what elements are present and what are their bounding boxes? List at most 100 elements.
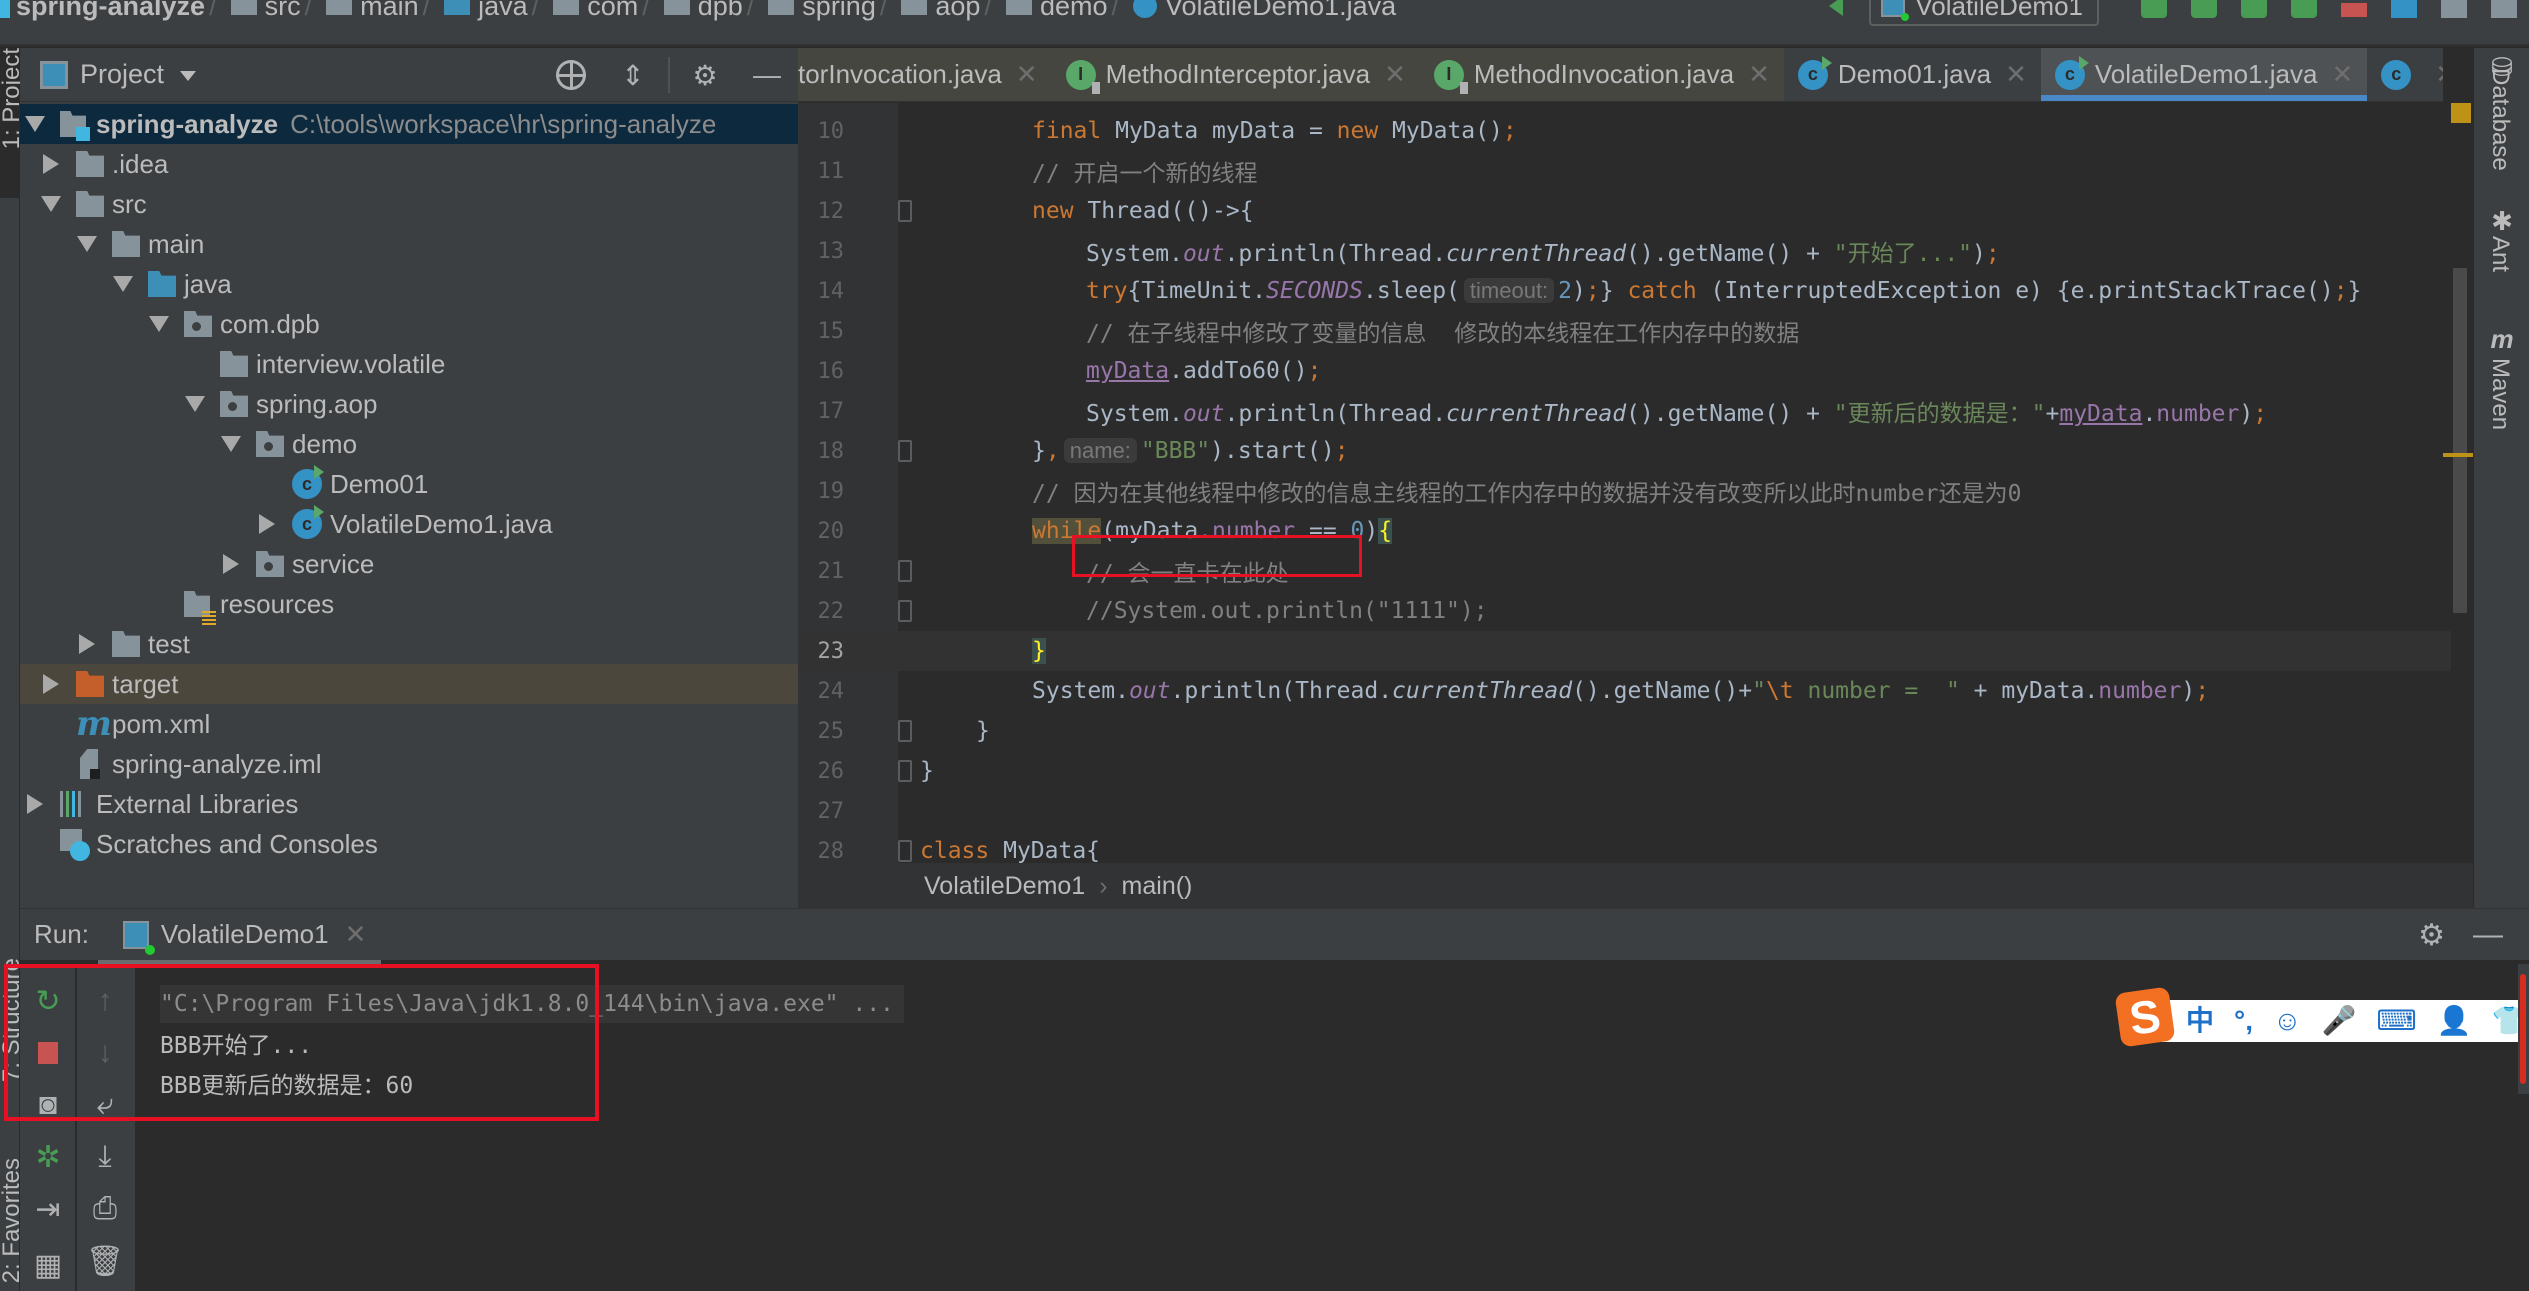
scrollbar-thumb[interactable]: [2453, 268, 2467, 613]
fold-icon[interactable]: [898, 720, 912, 742]
exit-icon[interactable]: ⇥: [33, 1193, 63, 1226]
close-icon[interactable]: ✕: [345, 919, 367, 950]
tree-item-service[interactable]: service: [20, 544, 798, 584]
tab-extra[interactable]: c✕: [2367, 48, 2443, 101]
profile-icon[interactable]: [2291, 0, 2317, 18]
breadcrumb-item[interactable]: dpb /: [654, 0, 759, 22]
breadcrumb-item[interactable]: java /: [434, 0, 543, 22]
tree-item-resources[interactable]: resources: [20, 584, 798, 625]
breadcrumb-item[interactable]: VolatileDemo1.java: [1123, 0, 1396, 22]
breadcrumb-method[interactable]: main(): [1122, 872, 1193, 901]
expand-arrow-icon[interactable]: [220, 433, 242, 455]
punctuation-icon[interactable]: °,: [2234, 1007, 2253, 1035]
coverage-icon[interactable]: [2241, 0, 2267, 18]
tree-item-com-dpb[interactable]: com.dpb: [20, 304, 798, 344]
build-hammer-icon[interactable]: [1829, 0, 1844, 16]
tree-item-idea[interactable]: .idea: [20, 144, 798, 184]
run-icon[interactable]: [2141, 0, 2167, 18]
tree-item-external-libraries[interactable]: External Libraries: [20, 784, 798, 824]
fold-icon[interactable]: [898, 440, 912, 462]
collapse-arrow-icon[interactable]: [40, 153, 62, 175]
close-icon[interactable]: ✕: [2005, 59, 2027, 90]
code-line[interactable]: 11// 开启一个新的线程: [798, 151, 2473, 191]
project-view-title[interactable]: Project: [80, 59, 164, 90]
breadcrumb-class[interactable]: VolatileDemo1: [924, 872, 1085, 901]
breadcrumb-item[interactable]: demo /: [996, 0, 1123, 22]
tree-item-test[interactable]: test: [20, 624, 798, 664]
code-line[interactable]: 26}: [798, 751, 2473, 791]
chevron-down-icon[interactable]: [180, 70, 197, 81]
tree-item-demo01[interactable]: c Demo01: [20, 464, 798, 504]
print-icon[interactable]: ⎙: [90, 1192, 120, 1225]
breadcrumb-item[interactable]: main /: [316, 0, 434, 22]
editor-scrollbar[interactable]: [2451, 103, 2473, 863]
minimize-icon[interactable]: —: [752, 59, 782, 90]
breadcrumb-item[interactable]: spring /: [758, 0, 891, 22]
terminal-icon[interactable]: [2441, 0, 2467, 18]
tab-torinvocation[interactable]: torInvocation.java ✕: [798, 48, 1052, 101]
code-line[interactable]: 24 System.out.println(Thread.currentThrea…: [798, 671, 2473, 711]
tree-item-demo[interactable]: demo: [20, 424, 798, 464]
code-line-current[interactable]: 23}: [798, 631, 2473, 671]
code-line[interactable]: 22//System.out.println("1111");: [798, 591, 2473, 631]
close-icon[interactable]: ✕: [2435, 59, 2443, 90]
close-icon[interactable]: ✕: [2331, 59, 2353, 90]
warning-indicator-icon[interactable]: [2451, 103, 2471, 123]
run-configuration-select[interactable]: VolatileDemo1: [1869, 0, 2099, 26]
minimize-icon[interactable]: —: [2473, 918, 2503, 952]
tree-item-java[interactable]: java: [20, 264, 798, 304]
close-icon[interactable]: ✕: [1016, 59, 1038, 90]
emoji-icon[interactable]: ☺: [2273, 1007, 2302, 1035]
stop-icon[interactable]: [2341, 3, 2367, 17]
tree-item-iml[interactable]: spring-analyze.iml: [20, 744, 798, 784]
tab-methodinterceptor[interactable]: I MethodInterceptor.java ✕: [1051, 48, 1420, 101]
tree-item-interview-volatile[interactable]: interview.volatile: [20, 344, 798, 384]
collapse-all-icon[interactable]: ⇕: [618, 60, 648, 91]
sogou-logo-icon[interactable]: S: [2114, 986, 2176, 1048]
chinese-mode-icon[interactable]: 中: [2186, 1007, 2214, 1035]
expand-arrow-icon[interactable]: [76, 233, 98, 255]
tab-methodinvocation[interactable]: I MethodInvocation.java ✕: [1419, 48, 1784, 101]
ant-tool-label[interactable]: Ant: [2486, 236, 2514, 272]
code-line[interactable]: 19// 因为在其他线程中修改的信息主线程的工作内存中的数据并没有改变所以此时n…: [798, 471, 2473, 511]
expand-arrow-icon[interactable]: [24, 113, 46, 135]
collapse-arrow-icon[interactable]: [24, 793, 46, 815]
tree-item-target[interactable]: target: [20, 664, 798, 704]
tree-item-scratches[interactable]: Scratches and Consoles: [20, 824, 798, 864]
code-line[interactable]: 16 myData.addTo60();: [798, 351, 2473, 391]
code-editor[interactable]: 9public static void main(String[] args){…: [798, 103, 2473, 863]
code-line[interactable]: 20 while(myData.number == 0){: [798, 511, 2473, 551]
expand-arrow-icon[interactable]: [40, 193, 62, 215]
code-line[interactable]: 12 new Thread(()->{: [798, 191, 2473, 231]
debug-icon[interactable]: [2191, 0, 2217, 18]
run-tab-volatiledemo1[interactable]: VolatileDemo1 ✕: [122, 919, 367, 955]
fold-icon[interactable]: [898, 200, 912, 222]
fold-icon[interactable]: [898, 600, 912, 622]
expand-arrow-icon[interactable]: [184, 393, 206, 415]
code-line[interactable]: 13 System.out.println(Thread.currentThrea…: [798, 231, 2473, 271]
database-tool-label[interactable]: Database: [2486, 68, 2514, 171]
breadcrumb-item[interactable]: com /: [543, 0, 654, 22]
tab-demo01[interactable]: c Demo01.java ✕: [1784, 48, 2041, 101]
maven-tool-label[interactable]: Maven: [2486, 358, 2514, 430]
trash-icon[interactable]: 🗑: [86, 1245, 124, 1278]
code-line[interactable]: 21// 会一直卡在此处: [798, 551, 2473, 591]
fold-icon[interactable]: [898, 560, 912, 582]
collapse-arrow-icon[interactable]: [256, 513, 278, 535]
tree-item-src[interactable]: src: [20, 184, 798, 224]
warning-stripe[interactable]: [2443, 453, 2473, 457]
collapse-arrow-icon[interactable]: [76, 633, 98, 655]
tree-item-volatiledemo1[interactable]: c VolatileDemo1.java: [20, 504, 798, 544]
code-line[interactable]: 9public static void main(String[] args){: [798, 103, 2473, 111]
collapse-arrow-icon[interactable]: [220, 553, 242, 575]
project-structure-icon[interactable]: [2391, 0, 2417, 18]
tree-item-module[interactable]: spring-analyze C:\tools\workspace\hr\spr…: [20, 104, 798, 144]
scroll-to-end-icon[interactable]: ⤓: [90, 1140, 120, 1173]
keyboard-icon[interactable]: ⌨: [2376, 1007, 2416, 1035]
code-line[interactable]: 27: [798, 791, 2473, 831]
tab-volatiledemo1[interactable]: c VolatileDemo1.java ✕: [2040, 48, 2368, 101]
code-line[interactable]: 15// 在子线程中修改了变量的信息 修改的本线程在工作内存中的数据: [798, 311, 2473, 351]
code-line[interactable]: 28 class MyData{: [798, 831, 2473, 863]
collapse-arrow-icon[interactable]: [40, 673, 62, 695]
expand-arrow-icon[interactable]: [148, 313, 170, 335]
